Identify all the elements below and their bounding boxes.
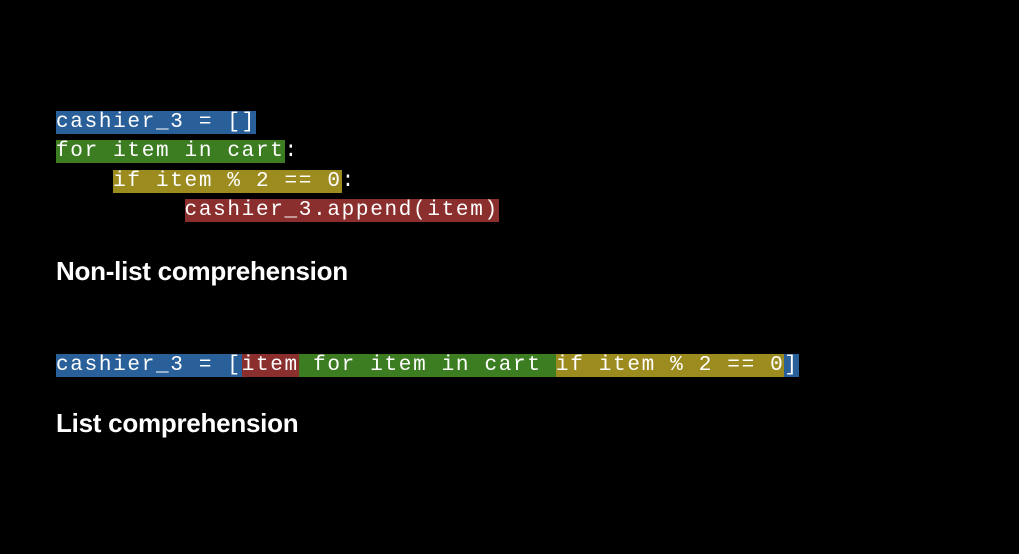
slide-content: cashier_3 = [] for item in cart: if item… <box>0 0 1019 439</box>
non-comprehension-code: cashier_3 = [] for item in cart: if item… <box>56 108 1019 226</box>
for-clause-highlight: for item in cart <box>299 354 556 377</box>
label-comprehension: List comprehension <box>56 408 1019 439</box>
append-highlight: cashier_3.append(item) <box>185 199 499 222</box>
label-non-comprehension: Non-list comprehension <box>56 256 1019 287</box>
bracket-close: ] <box>784 354 798 377</box>
bracket-open: [ <box>227 354 241 377</box>
if-condition-highlight: if item % 2 == 0 <box>113 170 342 193</box>
indent <box>56 170 113 193</box>
colon: : <box>285 140 299 163</box>
colon: : <box>342 170 356 193</box>
if-clause-highlight: if item % 2 == 0 <box>556 354 785 377</box>
comprehension-code: cashier_3 = [item for item in cart if it… <box>56 351 1019 380</box>
indent <box>56 199 185 222</box>
code-line-1: cashier_3 = [] <box>56 108 1019 137</box>
code-line-4: cashier_3.append(item) <box>56 196 1019 225</box>
expression-highlight: item <box>242 354 299 377</box>
assignment-highlight: cashier_3 = [] <box>56 111 256 134</box>
code-line-3: if item % 2 == 0: <box>56 167 1019 196</box>
assignment-highlight: cashier_3 = <box>56 354 227 377</box>
code-line-2: for item in cart: <box>56 137 1019 166</box>
for-loop-highlight: for item in cart <box>56 140 285 163</box>
